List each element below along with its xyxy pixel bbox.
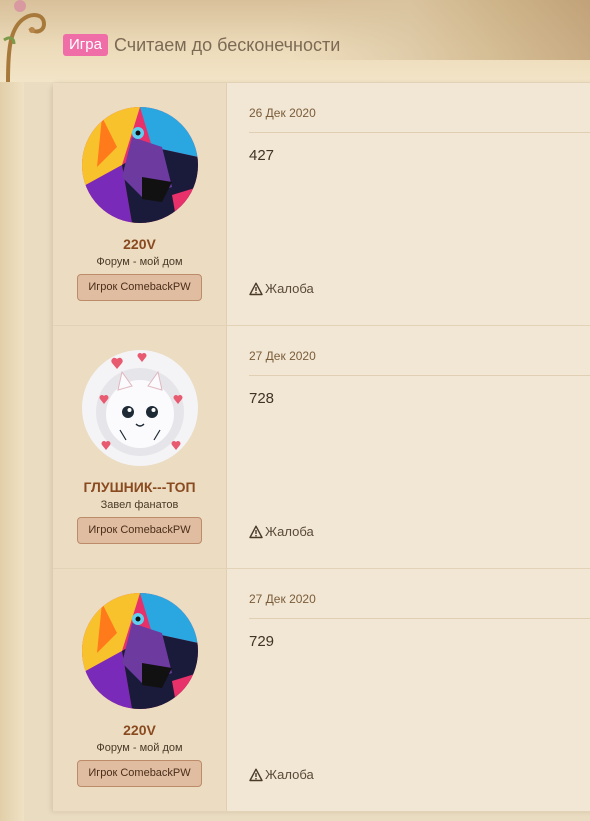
post-list: 220V Форум - мой дом Игрок ComebackPW 26…	[53, 83, 590, 812]
avatar[interactable]	[81, 350, 198, 466]
post-message: 728	[249, 390, 275, 407]
post-item: ГЛУШНИК---ТОП Завел фанатов Игрок Comeba…	[53, 326, 590, 569]
post-message: 427	[249, 147, 275, 164]
post-item: 220V Форум - мой дом Игрок ComebackPW 26…	[53, 83, 590, 326]
username[interactable]: 220V	[123, 722, 156, 738]
post-divider	[249, 618, 590, 619]
ornament-icon	[3, 0, 47, 82]
post-author: ГЛУШНИК---ТОП Завел фанатов Игрок Comeba…	[53, 326, 227, 568]
report-label: Жалоба	[265, 767, 314, 782]
post-divider	[249, 375, 590, 376]
post-date[interactable]: 27 Дек 2020	[249, 348, 590, 364]
warning-icon	[249, 525, 263, 538]
username[interactable]: 220V	[123, 236, 156, 252]
user-banner: Игрок ComebackPW	[77, 517, 202, 544]
post-message: 729	[249, 633, 275, 650]
page-title: Считаем до бесконечности	[113, 35, 341, 55]
user-banner: Игрок ComebackPW	[77, 760, 202, 787]
post-date[interactable]: 27 Дек 2020	[249, 591, 590, 607]
lion-avatar-icon	[81, 593, 198, 709]
post-main: 27 Дек 2020 728 Жалоба	[227, 326, 590, 568]
user-title: Завел фанатов	[100, 499, 179, 511]
report-link[interactable]: Жалоба	[249, 524, 314, 539]
report-link[interactable]: Жалоба	[249, 281, 314, 296]
user-title: Форум - мой дом	[96, 256, 183, 268]
user-banner: Игрок ComebackPW	[77, 274, 202, 301]
page-header: Игра Считаем до бесконечности	[0, 0, 590, 82]
lion-avatar-icon	[81, 107, 198, 223]
report-label: Жалоба	[265, 281, 314, 296]
warning-icon	[249, 768, 263, 781]
report-label: Жалоба	[265, 524, 314, 539]
avatar[interactable]	[81, 107, 198, 223]
post-date[interactable]: 26 Дек 2020	[249, 105, 590, 121]
user-title: Форум - мой дом	[96, 742, 183, 754]
white-cat-avatar-icon	[81, 350, 198, 466]
report-link[interactable]: Жалоба	[249, 767, 314, 782]
warning-icon	[249, 282, 263, 295]
username[interactable]: ГЛУШНИК---ТОП	[83, 479, 195, 495]
post-main: 27 Дек 2020 729 Жалоба	[227, 569, 590, 811]
post-item: 220V Форум - мой дом Игрок ComebackPW 27…	[53, 569, 590, 812]
post-author: 220V Форум - мой дом Игрок ComebackPW	[53, 569, 227, 811]
page-left-border	[0, 0, 24, 821]
post-author: 220V Форум - мой дом Игрок ComebackPW	[53, 83, 227, 325]
post-divider	[249, 132, 590, 133]
thread-prefix-badge[interactable]: Игра	[63, 34, 108, 56]
post-main: 26 Дек 2020 427 Жалоба	[227, 83, 590, 325]
avatar[interactable]	[81, 593, 198, 709]
thread-title-row: Игра Считаем до бесконечности	[63, 34, 340, 56]
